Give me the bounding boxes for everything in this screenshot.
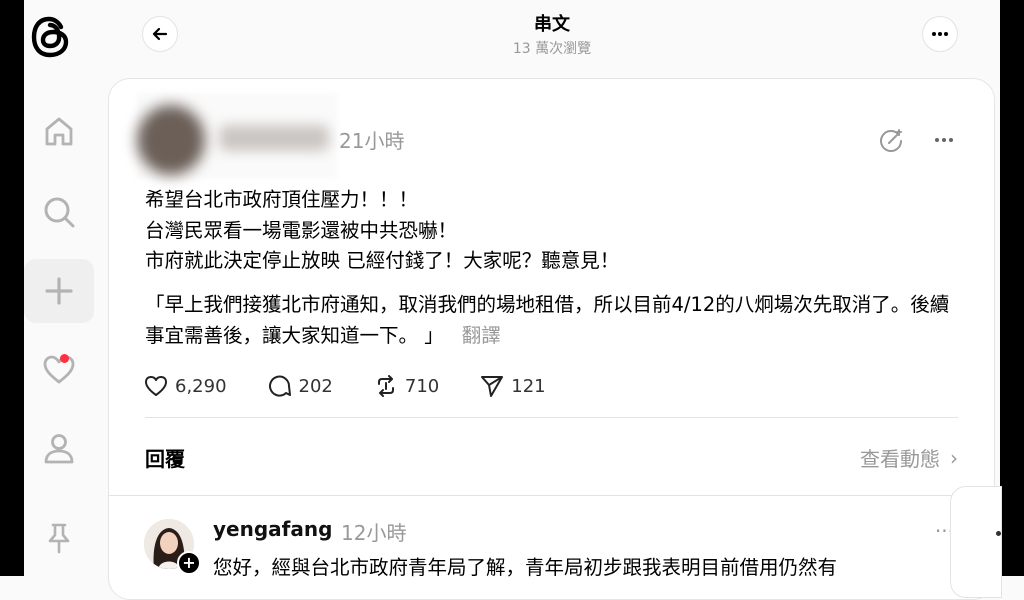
post-quote-text: 「早上我們接獲北市府通知，取消我們的場地租借，所以目前4/12的八炯場次先取消了…: [145, 293, 950, 347]
heart-icon: [43, 355, 75, 384]
divider: [145, 417, 958, 418]
thread-header: 串文 13 萬次瀏覽: [104, 0, 1000, 72]
nav-pin-button[interactable]: [24, 506, 94, 570]
chevron-right-icon: ›: [950, 445, 958, 470]
notification-dot: [60, 354, 69, 363]
comment-bubble-icon: [268, 375, 291, 397]
replies-heading: 回覆: [145, 447, 185, 471]
like-button[interactable]: 6,290: [143, 373, 227, 399]
share-button[interactable]: 121: [479, 373, 546, 399]
translate-toggle-button[interactable]: [877, 125, 907, 155]
heart-icon: [145, 376, 167, 396]
author-name[interactable]: [219, 125, 329, 151]
divider: [109, 495, 994, 496]
sparkle-edit-icon: [880, 129, 902, 152]
nav-home-button[interactable]: [24, 100, 94, 164]
comment-button[interactable]: 202: [267, 373, 333, 399]
nav-search-button[interactable]: [24, 180, 94, 244]
more-icon: [932, 32, 948, 36]
repost-button[interactable]: 710: [373, 373, 439, 399]
right-black-bar: [1000, 0, 1024, 576]
pin-icon: [48, 523, 70, 554]
page-title: 串文: [534, 14, 570, 35]
comment-count: 202: [298, 375, 333, 397]
thread-card: 21小時 希望台北市政府頂住壓力！！！ 台灣民眾看一場電影還被中共恐嚇！ 市府就…: [108, 78, 995, 600]
post-more-button[interactable]: [929, 125, 959, 155]
reply-timestamp: 12小時: [341, 521, 407, 545]
nav-create-button[interactable]: [24, 259, 94, 323]
side-floating-panel[interactable]: [950, 486, 1002, 598]
author-avatar[interactable]: [137, 105, 205, 175]
send-icon: [481, 376, 504, 397]
nav-profile-button[interactable]: [24, 417, 94, 481]
repost-icon: [377, 375, 394, 397]
side-panel-dot: [996, 531, 1001, 536]
view-activity-label: 查看動態: [860, 447, 940, 471]
view-activity-link[interactable]: 查看動態 ›: [860, 443, 958, 472]
repost-count: 710: [404, 375, 440, 397]
follow-plus-icon[interactable]: +: [177, 551, 201, 575]
nav-rail: [24, 0, 104, 576]
post-actions: 6,290 202 710 121: [143, 371, 586, 401]
post-quote: 「早上我們接獲北市府通知，取消我們的場地租借，所以目前4/12的八炯場次先取消了…: [145, 289, 965, 351]
threads-logo-icon[interactable]: [29, 14, 73, 60]
search-icon: [44, 197, 75, 228]
share-count: 121: [511, 375, 546, 397]
translate-link[interactable]: 翻譯: [462, 324, 501, 347]
view-count: 13 萬次瀏覽: [512, 41, 592, 57]
header-more-button[interactable]: [922, 16, 958, 52]
home-icon: [45, 117, 73, 146]
nav-activity-button[interactable]: [24, 338, 94, 402]
post-text: 希望台北市政府頂住壓力！！！ 台灣民眾看一場電影還被中共恐嚇！ 市府就此決定停止…: [145, 188, 620, 272]
more-icon: [935, 138, 953, 142]
like-count: 6,290: [175, 375, 227, 397]
post-timestamp: 21小時: [339, 129, 405, 153]
plus-icon: [45, 277, 73, 305]
person-icon: [44, 434, 74, 464]
left-black-bar: [0, 0, 24, 576]
reply-username[interactable]: yengafang: [213, 517, 332, 541]
